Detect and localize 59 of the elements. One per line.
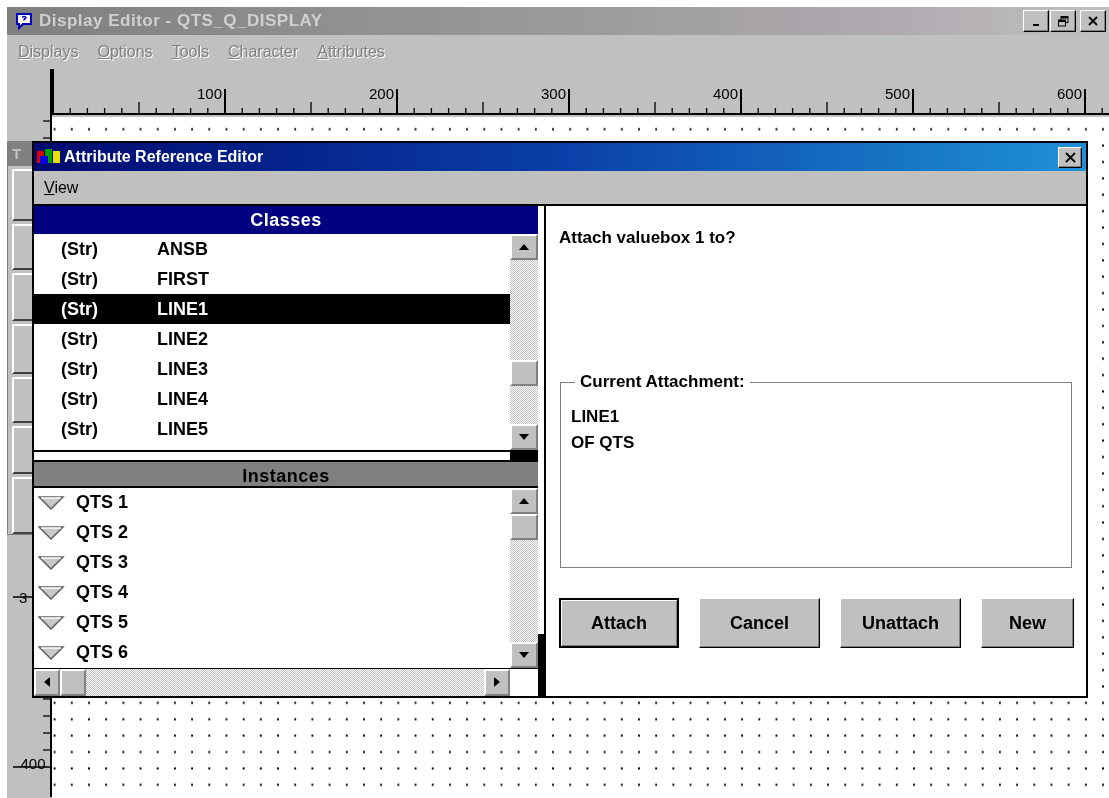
- dialog-button[interactable]: Cancel: [699, 598, 820, 648]
- attachment-text: LINE1: [571, 406, 621, 428]
- ruler-label: 600: [1056, 85, 1082, 102]
- triangle-icon: [38, 555, 66, 570]
- restore-button[interactable]: [1050, 10, 1076, 32]
- dialog-button[interactable]: Unattach: [840, 598, 961, 648]
- class-row[interactable]: (Str) LINE1: [34, 294, 510, 324]
- instance-row[interactable]: QTS 1: [34, 487, 510, 518]
- up-arrow-icon: [519, 497, 529, 504]
- speech-bubble-icon: [15, 12, 33, 30]
- class-row[interactable]: (Str) ANSB: [34, 234, 510, 264]
- ruler-label: 500: [884, 85, 910, 102]
- close-icon: [1088, 16, 1098, 26]
- dialog-title: Attribute Reference Editor: [64, 148, 265, 166]
- restore-icon: [1057, 15, 1069, 27]
- list-header: Instances: [34, 459, 538, 488]
- instance-row[interactable]: QTS 4: [34, 577, 510, 608]
- scrollbar[interactable]: [34, 668, 510, 696]
- up-arrow-icon: [519, 244, 529, 250]
- ruler-label: 200: [368, 85, 394, 102]
- class-row[interactable]: (Str) LINE4: [34, 384, 510, 414]
- minimize-icon: [1033, 24, 1039, 26]
- list-header: Classes: [34, 206, 538, 234]
- attachment-text: OF QTS: [571, 432, 636, 454]
- triangle-icon: [38, 525, 66, 540]
- class-row[interactable]: (Str) FIRST: [34, 264, 510, 294]
- down-arrow-icon: [519, 651, 529, 658]
- scrollbar[interactable]: [510, 234, 538, 450]
- ruler-label: 100: [196, 85, 222, 102]
- class-row[interactable]: (Str) LINE5: [34, 414, 510, 444]
- triangle-icon: [38, 585, 66, 600]
- class-row[interactable]: (Str) LINE3: [34, 354, 510, 384]
- triangle-icon: [38, 645, 66, 660]
- right-arrow-icon: [494, 677, 500, 688]
- triangle-icon: [38, 495, 66, 510]
- ruler-label: 400: [712, 85, 738, 102]
- instance-row[interactable]: QTS 2: [34, 517, 510, 548]
- class-row[interactable]: (Str) LINE2: [34, 324, 510, 354]
- left-arrow-icon: [44, 677, 50, 688]
- menu-item[interactable]: View: [44, 178, 79, 197]
- down-arrow-icon: [519, 434, 529, 440]
- dialog-button[interactable]: Attach: [559, 598, 679, 648]
- close-button[interactable]: [1080, 10, 1106, 32]
- scrollbar[interactable]: [510, 487, 538, 668]
- minimize-button[interactable]: [1023, 10, 1049, 32]
- app-logo-icon: [36, 148, 62, 166]
- instance-row[interactable]: QTS 3: [34, 547, 510, 578]
- scroll-thumb[interactable]: [510, 513, 538, 540]
- close-icon: [1064, 151, 1076, 163]
- window-title: Display Editor - QTS_Q_DISPLAY: [39, 11, 324, 31]
- prompt-text: Attach valuebox 1 to?: [559, 228, 737, 248]
- instance-row[interactable]: QTS 5: [34, 607, 510, 638]
- dialog-button[interactable]: New: [981, 598, 1074, 648]
- scroll-thumb[interactable]: [510, 360, 538, 386]
- group-label: Current Attachment:: [579, 372, 746, 392]
- triangle-icon: [38, 615, 66, 630]
- ruler-label: 300: [540, 85, 566, 102]
- close-button[interactable]: [1058, 146, 1082, 168]
- instance-row[interactable]: QTS 6: [34, 637, 510, 668]
